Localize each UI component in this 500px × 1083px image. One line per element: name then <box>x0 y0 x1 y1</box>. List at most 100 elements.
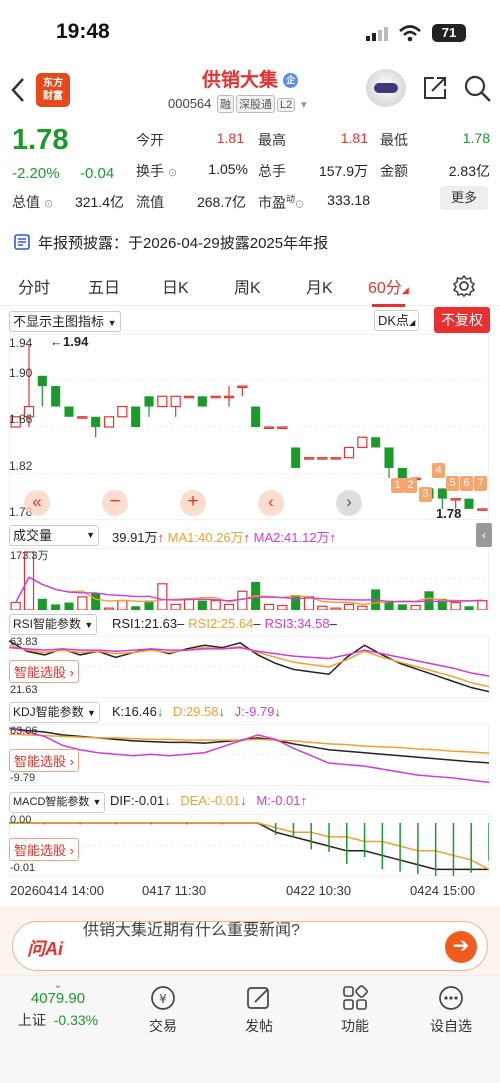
low-label: 最低 <box>380 132 408 148</box>
macd-chart[interactable] <box>8 813 490 887</box>
rsi-chart[interactable] <box>8 635 490 699</box>
macd-indicator: DIF:-0.01↓ DEA:-0.01↓ M:-0.01↑ <box>110 793 307 808</box>
rsi-bottom-label: 21.63 <box>10 684 38 696</box>
volume-bar <box>37 598 47 610</box>
nav-functions[interactable]: 功能 <box>320 984 390 1036</box>
volume-svg <box>8 547 490 611</box>
high-marker: ←1.94 <box>50 334 89 349</box>
volume-bar <box>210 600 221 611</box>
line-dea <box>9 822 490 871</box>
candle-body <box>357 436 368 449</box>
macd-select[interactable]: MACD智能参数 ▼ <box>9 792 106 813</box>
rsi-svg <box>8 635 490 699</box>
volume-label: 总手 <box>258 163 286 179</box>
dk-marker-1[interactable]: 1 <box>391 478 404 493</box>
zoom-out-icon[interactable]: − <box>102 490 128 516</box>
candle-body <box>170 395 181 408</box>
candlestick-chart[interactable] <box>8 333 490 521</box>
volume-bar <box>170 603 181 611</box>
index-widget[interactable]: ⌄ 4079.90 上证 -0.33% <box>8 980 108 1030</box>
y-label-4: 1.82 <box>9 459 33 473</box>
candlestick-svg <box>8 333 490 521</box>
dk-point-toggle[interactable]: DK点◢ <box>374 310 420 331</box>
volume-bar <box>197 600 207 610</box>
volume-bar <box>64 602 74 610</box>
dk-marker-7[interactable]: 7 <box>474 476 487 491</box>
volume-bar <box>117 600 128 611</box>
volume-chart[interactable] <box>8 547 490 611</box>
candle-body <box>251 406 261 427</box>
kdj-smart-pick-button[interactable]: 智能选股 › <box>9 749 79 772</box>
scroll-right-icon[interactable]: › <box>336 490 362 516</box>
candle-body <box>183 395 195 399</box>
settings-icon[interactable] <box>452 274 476 298</box>
low-value: 1.78 <box>462 130 490 146</box>
ai-assistant-avatar[interactable] <box>366 69 406 107</box>
rsi-indicator: RSI1:21.63– RSI2:25.64– RSI3:34.58– <box>112 616 337 631</box>
candle-body <box>223 395 235 399</box>
volume-value: 157.9万 <box>318 163 368 179</box>
tab-weekly-k[interactable]: 周K <box>234 274 261 298</box>
notice-bar[interactable]: 年报预披露：于2026-04-29披露2025年年报 <box>0 225 500 259</box>
scroll-left-fast-icon[interactable]: « <box>24 490 50 516</box>
rsi-smart-pick-button[interactable]: 智能选股 › <box>9 660 79 683</box>
candle-body <box>343 446 355 459</box>
rsi-select[interactable]: RSI智能参数 ▼ <box>9 614 98 635</box>
macd-smart-pick-button[interactable]: 智能选股 › <box>9 838 79 861</box>
more-button[interactable]: 更多 <box>440 186 488 210</box>
main-indicator-select[interactable]: 不显示主图指标 ▼ <box>9 311 121 332</box>
dk-marker-5[interactable]: 5 <box>446 476 459 491</box>
tab-timeshare[interactable]: 分时 <box>18 274 50 298</box>
ai-send-arrow-icon[interactable]: ➔ <box>445 931 477 963</box>
tab-daily-k[interactable]: 日K <box>162 274 189 298</box>
volume-bar <box>464 606 474 610</box>
tag-margin: 融 <box>217 95 235 113</box>
dk-marker-6[interactable]: 6 <box>460 476 473 491</box>
kdj-chart[interactable] <box>8 723 490 787</box>
line-dif <box>9 822 489 871</box>
dk-marker-3[interactable]: 3 <box>419 487 432 502</box>
candle-body <box>263 426 275 429</box>
volume-bar <box>450 601 461 611</box>
svg-text:¥: ¥ <box>159 992 167 1006</box>
collapse-panel-icon[interactable]: ‹ <box>476 523 492 547</box>
high-label: 最高 <box>258 132 286 148</box>
volume-bar <box>223 603 235 611</box>
candle-body <box>157 395 168 408</box>
time-axis-label-2: 0417 11:30 <box>142 883 207 898</box>
dk-marker-2[interactable]: 2 <box>404 478 417 493</box>
zoom-in-icon[interactable]: + <box>180 490 206 516</box>
adjust-button[interactable]: 不复权 <box>434 307 490 333</box>
volume-bar <box>397 604 407 610</box>
ai-question-bar[interactable]: 问Ai 供销大集近期有什么重要新闻? ➔ <box>12 921 488 971</box>
ai-question-text: 供销大集近期有什么重要新闻? <box>83 922 300 939</box>
kdj-select[interactable]: KDJ智能参数 ▼ <box>9 702 100 723</box>
search-icon[interactable] <box>464 75 492 103</box>
tab-60min[interactable]: 60分◢ <box>368 274 409 307</box>
stock-code-row: 000564 融深股通 L2 ▼ <box>168 95 309 113</box>
kdj-top-label: 63.06 <box>10 725 38 737</box>
pe-label: 市盈动⊙ <box>258 194 305 211</box>
nav-add-watchlist[interactable]: 设自选 <box>416 984 486 1036</box>
candle-body <box>91 416 101 427</box>
volume-max-label: 173.3万 <box>10 550 49 562</box>
share-icon[interactable] <box>422 75 448 101</box>
volume-select[interactable]: 成交量 ▼ <box>9 525 99 546</box>
volume-bar <box>317 605 328 611</box>
battery-icon: 71 <box>432 24 466 42</box>
volume-indicator: 39.91万↑ MA1:40.26万↑ MA2:41.12万↑ <box>112 530 337 545</box>
scroll-left-icon[interactable]: ‹ <box>258 490 284 516</box>
time-axis-label-4: 0424 15:00 <box>410 883 476 898</box>
tab-monthly-k[interactable]: 月K <box>306 274 333 298</box>
volume-bar <box>263 603 275 611</box>
float-label: 流值 <box>136 194 164 210</box>
signal-icon <box>366 27 388 41</box>
high-value: 1.81 <box>340 130 368 146</box>
amount-value: 2.83亿 <box>448 163 490 179</box>
tab-fiveday[interactable]: 五日 <box>88 274 120 298</box>
macd-top-label: 0.00 <box>10 814 32 826</box>
nav-trade[interactable]: ¥ 交易 <box>128 984 198 1036</box>
dk-marker-4[interactable]: 4 <box>432 463 445 478</box>
float-value: 268.7亿 <box>196 194 246 210</box>
nav-post[interactable]: 发帖 <box>224 984 294 1036</box>
